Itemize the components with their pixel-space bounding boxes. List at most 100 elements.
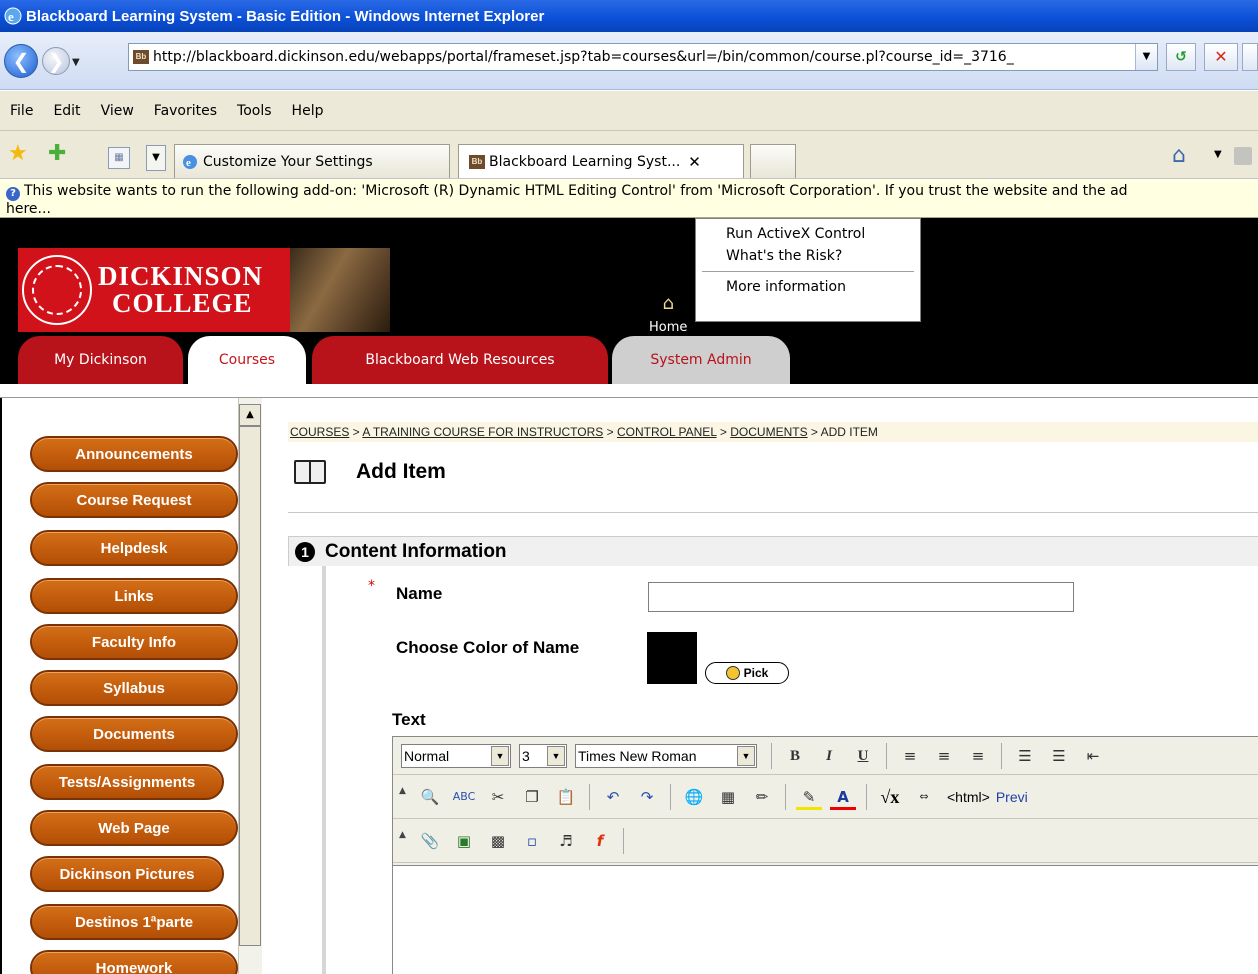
paste-icon[interactable]: 📋 xyxy=(553,784,579,810)
draw-line-icon[interactable]: ✏ xyxy=(749,784,775,810)
stop-icon: ✕ xyxy=(1214,47,1228,66)
tab-customize-settings[interactable]: e Customize Your Settings xyxy=(174,144,450,178)
insert-media-icon[interactable]: ▩ xyxy=(485,828,511,854)
window-title: Blackboard Learning System - Basic Editi… xyxy=(26,7,545,25)
breadcrumb-control-panel[interactable]: CONTROL PANEL xyxy=(617,425,717,439)
course-menu-syllabus[interactable]: Syllabus xyxy=(30,670,238,706)
insert-link-icon[interactable]: 🌐 xyxy=(681,784,707,810)
text-edit-area[interactable] xyxy=(393,865,1258,974)
menu-view[interactable]: View xyxy=(101,103,134,119)
house-icon: ⌂ xyxy=(662,293,674,314)
scroll-up-arrow-icon[interactable]: ▲ xyxy=(239,404,261,426)
page-title: Add Item xyxy=(294,460,446,484)
breadcrumb-course[interactable]: A TRAINING COURSE FOR INSTRUCTORS xyxy=(362,425,603,439)
course-menu-dickinson-pictures[interactable]: Dickinson Pictures xyxy=(30,856,224,892)
insert-table-icon[interactable]: ▦ xyxy=(715,784,741,810)
cut-icon[interactable]: ✂ xyxy=(485,784,511,810)
back-button[interactable]: ❮ xyxy=(4,44,38,78)
attach-file-icon[interactable]: 📎 xyxy=(417,828,443,854)
numbered-list-icon[interactable]: ☰ xyxy=(1012,743,1038,769)
course-menu-helpdesk[interactable]: Helpdesk xyxy=(30,530,238,566)
name-field[interactable] xyxy=(648,582,1074,612)
bold-button[interactable]: B xyxy=(782,743,808,769)
section-number: 1 xyxy=(295,541,315,562)
scroll-thumb[interactable] xyxy=(239,426,261,946)
menu-whats-the-risk[interactable]: What's the Risk? xyxy=(696,245,920,267)
favorites-center-icon[interactable]: ★ xyxy=(8,141,28,166)
address-dropdown-icon[interactable]: ▼ xyxy=(1135,44,1157,70)
section-header: 1 Content Information xyxy=(288,536,1258,566)
course-menu-announcements[interactable]: Announcements xyxy=(30,436,238,472)
font-select[interactable]: Times New Roman ▼ xyxy=(575,743,757,768)
align-center-icon[interactable]: ≡ xyxy=(931,743,957,769)
course-menu-label: Dickinson Pictures xyxy=(59,865,195,883)
menu-tools[interactable]: Tools xyxy=(237,103,272,119)
tab-list-dropdown-icon[interactable]: ▼ xyxy=(146,145,166,171)
menu-favorites[interactable]: Favorites xyxy=(154,103,217,119)
add-favorite-icon[interactable]: ✚ xyxy=(48,141,66,166)
menu-file[interactable]: File xyxy=(10,103,33,119)
course-menu-scrollbar[interactable]: ▲ xyxy=(238,398,262,974)
underline-button[interactable]: U xyxy=(850,743,876,769)
size-select[interactable]: 3 ▼ xyxy=(519,743,567,768)
insert-audio-icon[interactable]: ♬ xyxy=(553,828,579,854)
course-menu-tests-assignments[interactable]: Tests/Assignments xyxy=(30,764,224,800)
quick-tabs-icon[interactable]: ▦ xyxy=(108,147,130,169)
course-menu-documents[interactable]: Documents xyxy=(30,716,238,752)
forward-button[interactable]: ❯ xyxy=(42,47,70,75)
course-menu-web-page[interactable]: Web Page xyxy=(30,810,238,846)
course-menu-links[interactable]: Links xyxy=(30,578,238,614)
undo-icon[interactable]: ↶ xyxy=(600,784,626,810)
text-color-icon[interactable]: A xyxy=(830,784,856,810)
highlight-color-icon[interactable]: ✎ xyxy=(796,784,822,810)
search-box-edge[interactable] xyxy=(1242,43,1258,71)
course-menu-destinos[interactable]: Destinos 1ªparte xyxy=(30,904,238,940)
insert-flash-icon[interactable]: f xyxy=(587,828,613,854)
portal-tab-courses[interactable]: Courses xyxy=(188,336,306,384)
breadcrumb-documents[interactable]: DOCUMENTS xyxy=(730,425,807,439)
align-left-icon[interactable]: ≡ xyxy=(897,743,923,769)
name-color-swatch[interactable] xyxy=(647,632,697,684)
tab-blackboard[interactable]: Bb Blackboard Learning Syst... ✕ xyxy=(458,144,744,178)
menu-run-activex[interactable]: Run ActiveX Control xyxy=(696,223,920,245)
portal-tab-web-resources[interactable]: Blackboard Web Resources xyxy=(312,336,608,384)
breadcrumb-courses[interactable]: COURSES xyxy=(290,425,349,439)
html-mode-button[interactable]: <html> xyxy=(947,789,990,805)
menu-help[interactable]: Help xyxy=(292,103,324,119)
insert-document-icon[interactable]: ▫ xyxy=(519,828,545,854)
equation-icon[interactable]: √x xyxy=(877,784,903,810)
address-field[interactable]: Bb http://blackboard.dickinson.edu/webap… xyxy=(128,43,1158,71)
header-home-link[interactable]: ⌂ Home xyxy=(649,293,687,335)
format-select[interactable]: Normal ▼ xyxy=(401,743,511,768)
close-tab-icon[interactable]: ✕ xyxy=(688,153,701,171)
menu-edit[interactable]: Edit xyxy=(53,103,80,119)
insert-image-icon[interactable]: ▣ xyxy=(451,828,477,854)
toggle-view-icon[interactable]: ⇔ xyxy=(911,784,937,810)
italic-button[interactable]: I xyxy=(816,743,842,769)
new-tab-button[interactable] xyxy=(750,144,796,178)
spellcheck-icon[interactable]: ABC xyxy=(451,784,477,810)
print-preview-icon[interactable]: 🔍 xyxy=(417,784,443,810)
home-icon[interactable]: ⌂ xyxy=(1172,143,1186,168)
redo-icon[interactable]: ↷ xyxy=(634,784,660,810)
course-menu-faculty-info[interactable]: Faculty Info xyxy=(30,624,238,660)
course-menu-homework[interactable]: Homework xyxy=(30,950,238,974)
outdent-icon[interactable]: ⇤ xyxy=(1080,743,1106,769)
home-dropdown-icon[interactable]: ▼ xyxy=(1214,149,1222,160)
activex-info-bar[interactable]: ? This website wants to run the following… xyxy=(0,180,1258,218)
copy-icon[interactable]: ❐ xyxy=(519,784,545,810)
preview-button[interactable]: Previ xyxy=(996,789,1028,805)
dropdown-arrow-icon: ▼ xyxy=(737,745,755,766)
section-rail xyxy=(322,566,326,974)
stop-button[interactable]: ✕ xyxy=(1204,43,1238,71)
portal-tab-system-admin[interactable]: System Admin xyxy=(612,336,790,384)
pick-color-button[interactable]: Pick xyxy=(705,662,789,684)
course-menu-course-request[interactable]: Course Request xyxy=(30,482,238,518)
refresh-button[interactable]: ↺ xyxy=(1166,43,1196,71)
portal-tab-my-dickinson[interactable]: My Dickinson xyxy=(18,336,183,384)
align-right-icon[interactable]: ≡ xyxy=(965,743,991,769)
menu-more-information[interactable]: More information xyxy=(696,276,920,298)
bullet-list-icon[interactable]: ☰ xyxy=(1046,743,1072,769)
history-dropdown-icon[interactable]: ▼ xyxy=(72,57,80,68)
feeds-icon[interactable] xyxy=(1234,147,1252,165)
